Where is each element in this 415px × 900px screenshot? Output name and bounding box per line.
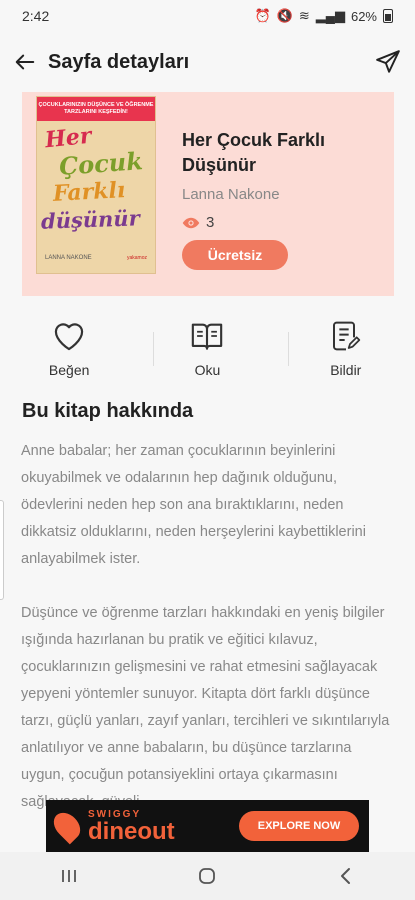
swiggy-logo-icon [48,807,86,845]
cover-title-line3: Farklı [52,177,126,207]
chevron-left-icon [340,868,350,884]
status-icons: ⏰ 🔇 ≋ ▂▄▆ 62% [254,8,393,24]
edge-panel-handle[interactable] [0,500,4,600]
like-button[interactable]: Beğen [0,318,138,384]
back-button[interactable] [12,49,38,75]
heart-icon [54,323,84,351]
book-cover[interactable]: ÇOCUKLARINIZIN DÜŞÜNCE VE ÖĞRENME TARZLA… [36,96,156,274]
like-label: Beğen [48,362,90,378]
status-bar: 2:42 ⏰ 🔇 ≋ ▂▄▆ 62% [0,0,415,32]
view-count-value: 3 [206,214,215,231]
alarm-icon: ⏰ [254,8,271,23]
action-row: Beğen Oku Bildir [0,318,415,384]
app-bar: Sayfa detayları [0,40,415,84]
cover-publisher: yakamoz [126,255,147,261]
battery-percent: 62% [350,8,377,24]
send-icon [376,50,400,73]
cover-title-line2: Çocuk [58,146,144,181]
book-open-icon [192,323,223,350]
read-label: Oku [194,362,221,378]
page-title: Sayfa detayları [48,50,190,73]
home-button[interactable] [177,856,237,896]
book-card: ÇOCUKLARINIZIN DÜŞÜNCE VE ÖĞRENME TARZLA… [22,92,394,296]
signal-icon: ▂▄▆ [315,8,345,23]
cover-author: LANNA NAKONE [45,255,92,261]
book-description: Anne babalar; her zaman çocuklarının bey… [21,438,397,843]
description-paragraph-1: Anne babalar; her zaman çocuklarının bey… [21,443,366,567]
recents-button[interactable] [39,856,99,896]
view-count: 3 [182,214,214,231]
system-back-button[interactable] [316,856,376,896]
eye-icon [182,217,200,228]
free-button[interactable]: Ücretsiz [182,240,288,270]
about-heading: Bu kitap hakkında [22,400,194,422]
cover-title-line1: Her [43,122,93,154]
report-button[interactable]: Bildir [277,318,415,384]
book-author[interactable]: Lanna Nakone [182,186,280,203]
cover-title-line4: düşünür [40,205,141,234]
cover-tagline: ÇOCUKLARINIZIN DÜŞÜNCE VE ÖĞRENME TARZLA… [37,97,155,121]
report-icon [332,321,360,351]
description-paragraph-2: Düşünce ve öğrenme tarzları hakkındaki e… [21,605,390,810]
recents-icon [62,870,77,882]
report-label: Bildir [330,362,362,378]
back-arrow-icon [15,54,35,70]
share-button[interactable] [375,49,401,75]
ad-explore-button[interactable]: EXPLORE NOW [239,811,359,841]
home-icon [199,868,216,884]
status-time: 2:42 [22,8,50,24]
read-button[interactable]: Oku [138,318,276,384]
mute-icon: 🔇 [276,8,293,23]
battery-icon [383,9,393,23]
ad-brand: SWIGGY dineout [88,809,175,844]
wifi-icon: ≋ [298,8,310,23]
book-title: Her Çocuk Farklı Düşünür [182,130,326,175]
system-nav-bar [0,852,415,900]
ad-brand-main: dineout [88,817,175,845]
ad-banner[interactable]: SWIGGY dineout EXPLORE NOW [46,800,369,852]
